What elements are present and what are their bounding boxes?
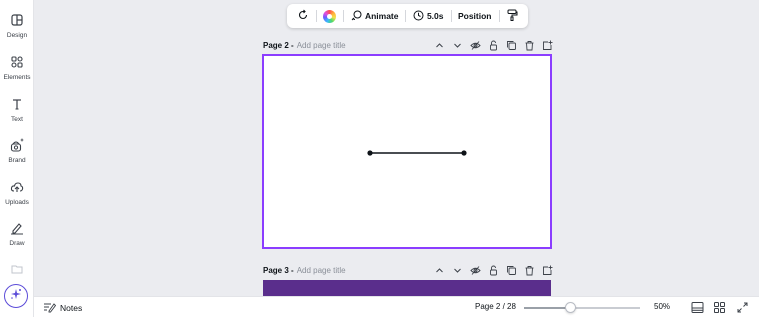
rotate-icon <box>297 9 309 23</box>
page-actions <box>434 265 553 276</box>
paint-roller-icon <box>506 9 518 23</box>
chevron-down-icon[interactable] <box>452 265 463 276</box>
duplicate-icon[interactable] <box>506 40 517 51</box>
sidebar-item-label: Design <box>6 32 28 39</box>
folder-icon <box>8 260 26 278</box>
sidebar-item-draw[interactable]: Draw <box>0 219 34 247</box>
sidebar-item-uploads[interactable]: Uploads <box>0 178 34 206</box>
page-title-input[interactable]: Add page title <box>297 41 346 50</box>
zoom-value[interactable]: 50% <box>654 302 670 311</box>
page-actions <box>434 40 553 51</box>
animate-icon <box>351 10 362 23</box>
notes-icon <box>43 300 57 315</box>
page-canvas[interactable] <box>263 280 551 296</box>
sidebar-item-label: Brand <box>8 157 26 164</box>
fullscreen-icon[interactable] <box>735 300 749 314</box>
duration-label: 5.0s <box>426 11 444 21</box>
chevron-up-icon[interactable] <box>434 40 445 51</box>
trash-icon[interactable] <box>524 265 535 276</box>
add-page-icon[interactable] <box>542 40 553 51</box>
position-button[interactable]: Position <box>454 7 496 25</box>
page-canvas[interactable] <box>262 54 552 249</box>
side-panel: Design Elements Text Brand Uploads Draw <box>0 0 34 317</box>
hide-icon[interactable] <box>470 40 481 51</box>
sidebar-item-design[interactable]: Design <box>0 11 34 39</box>
sidebar-item-label: Text <box>11 116 23 123</box>
page-label: Page 2 - <box>263 40 294 50</box>
sidebar-item-more[interactable] <box>0 260 34 278</box>
notes-label: Notes <box>60 302 83 313</box>
page-title-input[interactable]: Add page title <box>297 266 346 275</box>
hide-icon[interactable] <box>470 265 481 276</box>
sidebar-item-label: Draw <box>9 240 25 247</box>
chevron-up-icon[interactable] <box>434 265 445 276</box>
elements-icon <box>8 53 26 71</box>
magic-sparkle-icon <box>9 287 23 306</box>
chevron-down-icon[interactable] <box>452 40 463 51</box>
magic-button[interactable] <box>4 284 28 308</box>
color-button[interactable] <box>319 7 340 25</box>
lock-icon[interactable] <box>488 265 499 276</box>
design-icon <box>8 11 26 29</box>
animate-button[interactable]: Animate <box>347 7 403 25</box>
sidebar-item-label: Uploads <box>5 199 29 206</box>
uploads-icon <box>8 178 26 196</box>
trash-icon[interactable] <box>524 40 535 51</box>
grid-view-icon[interactable] <box>712 300 726 314</box>
sidebar-item-elements[interactable]: Elements <box>0 53 34 81</box>
sidebar-item-brand[interactable]: Brand <box>0 136 34 164</box>
color-wheel-icon <box>323 9 337 23</box>
animate-label: Animate <box>364 11 399 21</box>
page-grid-view-icon[interactable] <box>690 300 704 314</box>
page-counter[interactable]: Page 2 / 28 <box>475 302 516 311</box>
context-toolbar: Animate 5.0s Position <box>287 4 528 28</box>
page-header: Page 2 - Add page title <box>263 38 553 52</box>
zoom-slider-thumb[interactable] <box>564 302 576 313</box>
sidebar-item-label: Elements <box>3 74 31 81</box>
duplicate-icon[interactable] <box>506 265 517 276</box>
zoom-slider-fill <box>524 307 571 309</box>
sidebar-item-text[interactable]: Text <box>0 95 34 123</box>
clock-icon <box>413 10 424 23</box>
notes-button[interactable]: Notes <box>43 300 82 315</box>
copy-style-button[interactable] <box>502 7 522 25</box>
line-endpoint-handle[interactable] <box>461 150 467 156</box>
draw-icon <box>8 219 26 237</box>
brand-icon <box>8 136 26 154</box>
page-header: Page 3 - Add page title <box>263 263 553 277</box>
line-element[interactable] <box>264 56 550 247</box>
lock-icon[interactable] <box>488 40 499 51</box>
page-label: Page 3 - <box>263 265 294 275</box>
duration-button[interactable]: 5.0s <box>409 7 448 25</box>
position-label: Position <box>457 11 492 21</box>
bottom-bar: Notes Page 2 / 28 50% <box>34 296 759 317</box>
rotate-button[interactable] <box>293 7 313 25</box>
add-page-icon[interactable] <box>542 265 553 276</box>
line-endpoint-handle[interactable] <box>367 150 373 156</box>
zoom-slider[interactable] <box>524 302 640 313</box>
text-icon <box>8 95 26 113</box>
